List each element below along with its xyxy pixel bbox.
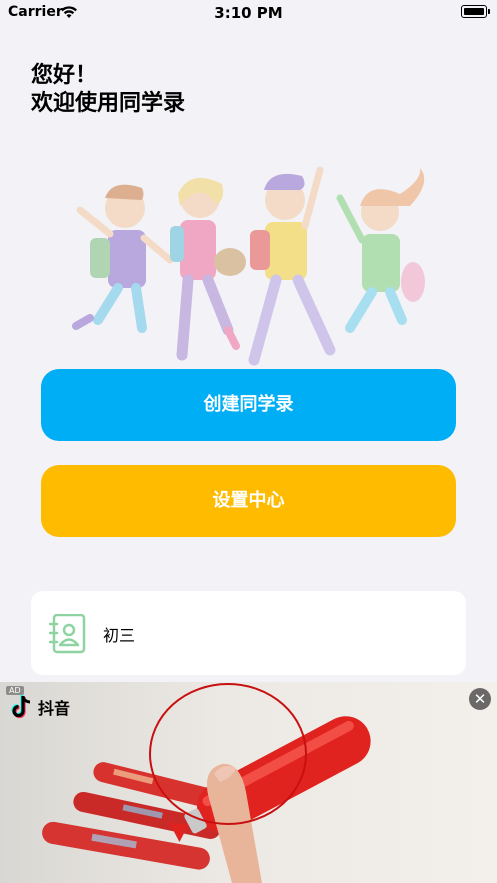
ad-image: [42, 683, 371, 883]
address-book-icon: [48, 613, 87, 658]
greeting-line-2: 欢迎使用同学录: [31, 91, 186, 116]
record-label: 初三: [103, 626, 136, 645]
battery-cap: [488, 9, 490, 14]
greeting: 您好！ 欢迎使用同学录: [31, 62, 185, 118]
settings-center-button[interactable]: 设置中心: [41, 465, 456, 537]
ad-brand-label: 抖音: [38, 699, 71, 718]
greeting-line-1: 您好！: [31, 63, 98, 88]
tiktok-logo-icon: [10, 694, 34, 724]
battery-icon: [461, 5, 487, 18]
status-bar: Carrier 3:10 PM: [0, 0, 497, 26]
close-icon[interactable]: ✕: [469, 688, 491, 710]
ad-banner[interactable]: AD 抖音 ✕: [0, 682, 497, 883]
jumping-students-illustration: [50, 150, 450, 370]
create-yearbook-button[interactable]: 创建同学录: [41, 369, 456, 441]
clock: 3:10 PM: [214, 4, 283, 22]
list-item[interactable]: 初三: [31, 591, 466, 675]
